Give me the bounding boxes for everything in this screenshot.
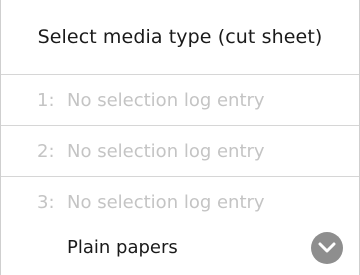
chevron-down-icon[interactable] bbox=[311, 231, 343, 264]
screen-header: Select media type (cut sheet) bbox=[1, 0, 359, 75]
log-entry-1: 1: No selection log entry bbox=[1, 75, 359, 126]
log-entry-index: 2: bbox=[37, 140, 55, 162]
media-type-screen: Select media type (cut sheet) 1: No sele… bbox=[0, 0, 360, 275]
log-entry-index: 1: bbox=[37, 89, 55, 111]
log-entry-label: No selection log entry bbox=[67, 191, 265, 213]
log-entry-label: No selection log entry bbox=[67, 140, 265, 162]
log-entry-label: No selection log entry bbox=[67, 89, 265, 111]
screen-title: Select media type (cut sheet) bbox=[37, 26, 323, 48]
media-type-value: Plain papers bbox=[67, 237, 178, 258]
log-entry-2: 2: No selection log entry bbox=[1, 126, 359, 177]
chevron-down-icon bbox=[318, 242, 336, 252]
media-type-selector[interactable]: Plain papers bbox=[1, 220, 359, 275]
log-entry-index: 3: bbox=[37, 191, 55, 213]
